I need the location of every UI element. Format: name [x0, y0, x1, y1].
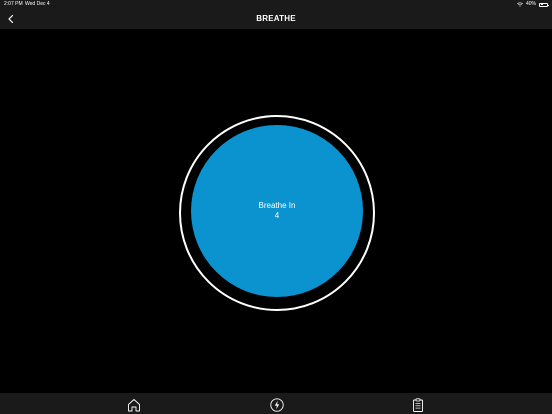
tab-bar — [0, 393, 552, 414]
status-bar: 2:07 PM Wed Dec 4 40% — [0, 0, 552, 9]
status-time: 2:07 PM — [4, 1, 23, 7]
breath-instruction: Breathe In — [258, 201, 296, 210]
home-icon[interactable] — [126, 397, 142, 413]
clipboard-icon[interactable] — [410, 397, 426, 413]
status-date: Wed Dec 4 — [25, 1, 50, 7]
battery-icon — [539, 2, 549, 7]
status-right: 40% — [517, 0, 549, 9]
battery-percent: 40% — [525, 1, 536, 7]
breath-count: 4 — [274, 211, 280, 220]
lightning-icon[interactable] — [269, 397, 285, 413]
nav-bar: BREATHE — [0, 9, 552, 29]
breathe-area: Breathe In 4 — [0, 29, 552, 393]
page-title: BREATHE — [256, 14, 296, 23]
wifi-icon — [517, 2, 523, 7]
breath-text: Breathe In 4 — [191, 125, 363, 297]
